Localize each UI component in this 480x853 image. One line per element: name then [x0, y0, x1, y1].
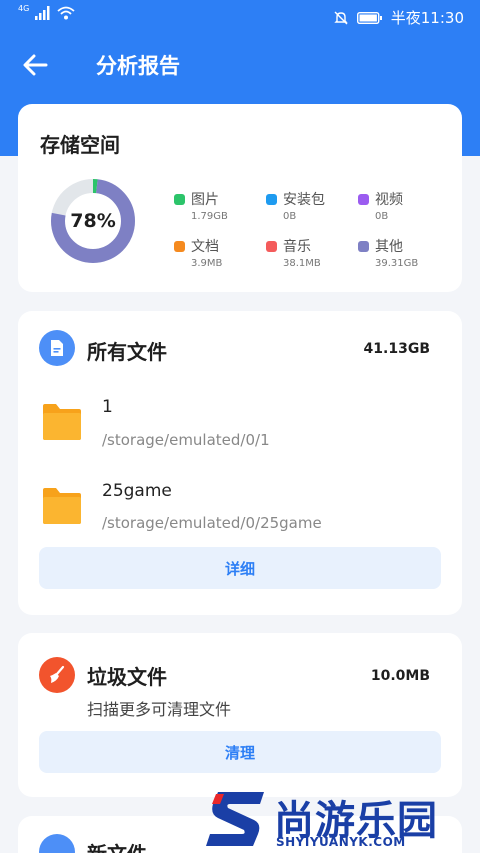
bell-muted-icon [334, 11, 348, 24]
legend-size: 1.79GB [191, 211, 228, 222]
battery-icon [356, 11, 382, 24]
watermark-s-logo-icon [206, 792, 264, 846]
storage-title: 存储空间 [40, 133, 120, 157]
folder-icon [43, 404, 81, 440]
new-files-title: 新文件 [87, 838, 147, 853]
document-icon [39, 834, 75, 853]
page-title: 分析报告 [96, 54, 180, 78]
junk-files-title: 垃圾文件 [87, 665, 167, 689]
clean-button[interactable]: 清理 [39, 731, 441, 773]
all-files-size: 41.13GB [363, 341, 430, 357]
legend-dot [358, 241, 369, 252]
legend-dot [266, 194, 277, 205]
file-name: 1 [102, 397, 113, 417]
legend-size: 39.31GB [375, 258, 419, 269]
document-icon [39, 330, 75, 366]
legend-name: 其他 [375, 239, 403, 255]
watermark-logo: 尚游乐园 SHYIYUANYK.COM [198, 784, 480, 853]
details-button[interactable]: 详细 [39, 547, 441, 589]
legend-size: 0B [283, 211, 297, 222]
junk-files-subtitle: 扫描更多可清理文件 [87, 700, 232, 719]
file-name: 25game [102, 481, 172, 501]
network-type-label: 4G [18, 3, 30, 13]
junk-files-size: 10.0MB [370, 668, 430, 684]
storage-card[interactable]: 存储空间 78% 图片 1.79GB 安装包 0B 视频 0B 文档 3.9MB… [18, 104, 462, 292]
legend-size: 3.9MB [191, 258, 223, 269]
status-bar: 4G 半夜11:30 [0, 0, 480, 34]
legend-name: 图片 [191, 192, 219, 208]
legend-name: 音乐 [283, 239, 311, 255]
legend-dot [358, 194, 369, 205]
folder-icon [43, 488, 81, 524]
junk-files-card: 垃圾文件 10.0MB 扫描更多可清理文件 清理 [18, 633, 462, 797]
legend-dot [266, 241, 277, 252]
all-files-card: 所有文件 41.13GB 1 /storage/emulated/0/1 25g… [18, 311, 462, 615]
back-button[interactable] [18, 48, 52, 82]
wifi-icon [57, 6, 75, 20]
signal-icon [35, 6, 50, 20]
legend-dot [174, 194, 185, 205]
legend-size: 38.1MB [283, 258, 321, 269]
file-path: /storage/emulated/0/1 [102, 431, 270, 449]
legend-name: 安装包 [283, 192, 325, 208]
legend-name: 文档 [191, 239, 219, 255]
clock-label: 半夜11:30 [390, 9, 464, 27]
legend-name: 视频 [375, 192, 403, 208]
legend-dot [174, 241, 185, 252]
broom-icon [39, 657, 75, 693]
app-bar: 分析报告 [0, 34, 480, 96]
watermark-url: SHYIYUANYK.COM [276, 835, 406, 849]
legend-size: 0B [375, 211, 389, 222]
storage-percent-label: 78% [70, 210, 116, 232]
arrow-left-icon [23, 54, 48, 76]
all-files-title: 所有文件 [87, 340, 167, 364]
file-path: /storage/emulated/0/25game [102, 514, 322, 532]
